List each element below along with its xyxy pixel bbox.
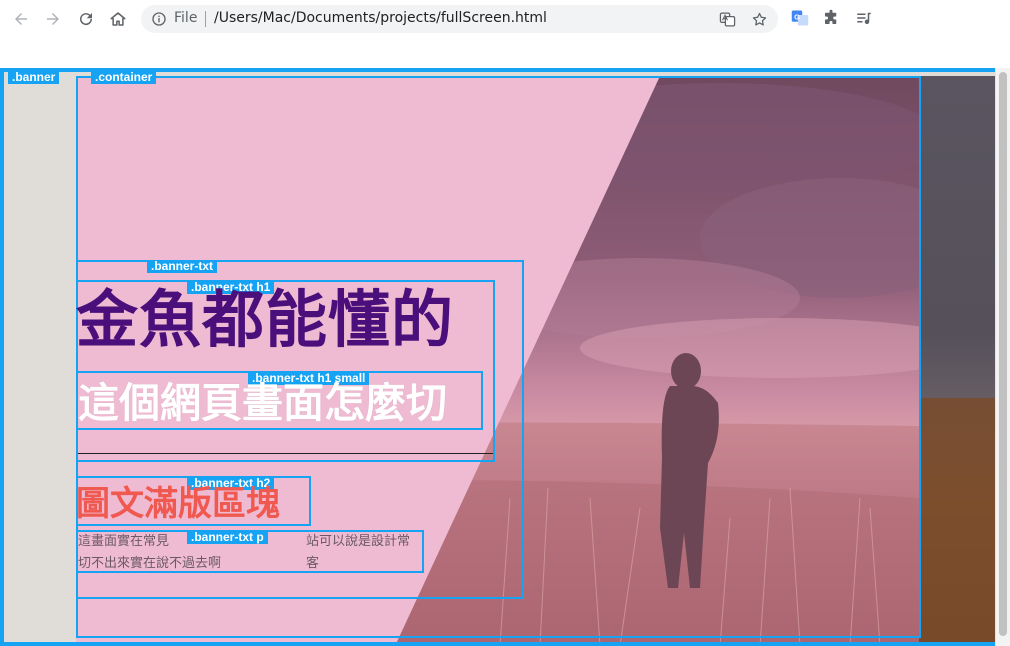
container-label: .container [91,71,157,84]
translate-icon[interactable] [719,11,736,28]
info-icon[interactable] [151,11,167,27]
home-icon [110,12,126,26]
forward-button[interactable] [42,8,64,30]
puzzle-icon[interactable] [822,9,840,27]
arrow-right-icon [47,13,59,25]
banner-subtitle: 圖文滿版區塊 [76,484,280,524]
home-button[interactable] [107,8,129,30]
banner-txt-label: .banner-txt [147,260,218,273]
svg-text:G: G [794,13,800,22]
vertical-scrollbar[interactable] [995,68,1010,646]
banner-title: 金魚都能懂的 [76,283,455,356]
scrollbar-thumb[interactable] [999,72,1007,636]
star-icon[interactable] [751,11,768,28]
banner-label: .banner [8,71,60,84]
paragraph-line-1-end: 站可以說是設計常客 [306,534,411,571]
arrow-left-icon [15,13,27,25]
browser-toolbar: File /Users/Mac/Documents/projects/fullS… [0,0,1010,40]
reading-list-icon[interactable] [855,9,873,27]
title-underline [78,453,493,454]
back-button[interactable] [10,8,32,30]
address-bar[interactable]: File /Users/Mac/Documents/projects/fullS… [141,5,778,33]
reload-icon [80,13,93,26]
banner-paragraph: 這畫面實在常見 站可以說是設計常客 切不出來實在說不過去啊 [78,531,422,575]
google-translate-extension-icon[interactable]: G [791,9,809,27]
url-text[interactable]: /Users/Mac/Documents/projects/fullScreen… [214,10,547,26]
paragraph-line-1-start: 這畫面實在常見 [78,534,170,549]
page-viewport: .banner .container .banner-txt .banner-t… [0,68,1010,646]
divider [205,11,206,27]
reload-button[interactable] [75,8,97,30]
banner-title-small: 這個網頁畫面怎麼切 [78,379,447,427]
scheme-label: File [174,10,198,26]
